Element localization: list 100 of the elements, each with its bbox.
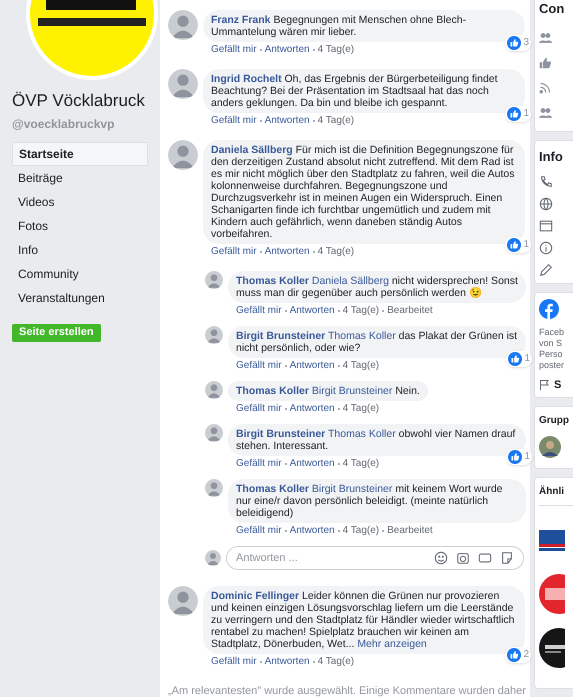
comment-text: Daniela Sällberg Für mich ist die Definition Begegnungszone für den derzeitigen Zustand absolut nicht zutreffend. Mit dem Rad ist es mir nicht möglich über den Stadtplatz zu fahren, weil die Autos kolonnenweise durchfahren. Begegnungszone und Durchzugsverkehr ist in meinen Augen ein Widerspruch. Einen Schanigarten finde ich furchtbar ungemütlich und zudem mit Kindern auch gefährlich, wenn daneben ständig Autos vorbeifahren. (211, 144, 514, 240)
avatar[interactable] (205, 479, 223, 497)
comment-text: Birgit Brunsteiner Thomas Koller das Plakat der Grünen ist nicht persönlich, oder wie? (236, 330, 518, 354)
avatar[interactable] (205, 424, 223, 442)
reply-link[interactable]: Antworten (290, 403, 335, 415)
dot-separator (312, 661, 315, 663)
avatar[interactable] (168, 69, 198, 99)
reply-link[interactable]: Antworten (264, 115, 310, 127)
group-avatar[interactable] (539, 436, 561, 458)
comment-text: Dominic Fellinger Leider können die Grünen nur provozieren und keinen einzigen Lösungsvorschlag liefern um die Leerstände zu verringern und den Stadtplatz für Händler wieder wirtschaftlich rentabel zu machen! Spielplatz brauchen wir keinen am Stadtplatz, Dönerbuden, Wet... Mehr anzeigen (211, 590, 514, 650)
dot-separator (260, 251, 262, 253)
like-link[interactable]: Gefällt mir (211, 246, 257, 258)
people-icon (539, 32, 552, 44)
reaction-count[interactable]: 1 (505, 106, 531, 122)
dot-separator (338, 408, 340, 410)
people-icon (539, 106, 552, 118)
dot-separator (284, 310, 287, 312)
mention-link[interactable]: Daniela Sällberg (312, 275, 389, 287)
author-link[interactable]: Thomas Koller (236, 385, 309, 397)
like-count: 1 (524, 451, 530, 463)
timestamp[interactable]: 4 Tag(e) (342, 525, 380, 537)
author-link[interactable]: Thomas Koller (236, 275, 309, 287)
author-link[interactable]: Franz Frank (211, 14, 271, 26)
avatar[interactable] (168, 10, 198, 40)
nav-item[interactable]: Beiträge (12, 166, 148, 190)
see-more-link[interactable]: Mehr anzeigen (357, 638, 427, 650)
mention-link[interactable]: Thomas Koller (328, 330, 396, 342)
like-link[interactable]: Gefällt mir (236, 403, 282, 415)
like-link[interactable]: Gefällt mir (236, 525, 282, 537)
dot-separator (338, 365, 340, 367)
thumbs-up-icon (507, 238, 522, 252)
reply-link[interactable]: Antworten (290, 360, 335, 372)
thumbs-up-icon (507, 107, 522, 121)
like-link[interactable]: Gefällt mir (211, 656, 257, 668)
window-icon (539, 218, 553, 232)
like-link[interactable]: Gefällt mir (236, 458, 282, 470)
dot-separator (312, 120, 315, 122)
author-link[interactable]: Birgit Brunsteiner (236, 428, 326, 440)
comment-text: Thomas Koller Birgit Brunsteiner mit keinem Wort wurde nur eine/r davon persönlich beleidigt. (meinte natürlich beleidigend) (236, 483, 502, 519)
nav-item[interactable]: Videos (12, 190, 148, 214)
dot-separator (312, 251, 315, 253)
facebook-logo-icon (539, 298, 559, 318)
avatar[interactable] (205, 326, 223, 344)
reply-link[interactable]: Antworten (264, 656, 310, 668)
reaction-count[interactable]: 1 (506, 351, 532, 367)
comment-composer[interactable]: Antworten ... (226, 546, 524, 570)
nav-item[interactable]: Info (12, 238, 148, 262)
phone-icon (539, 174, 553, 188)
avatar[interactable] (168, 586, 198, 616)
reaction-count[interactable]: 1 (505, 237, 531, 253)
reply-link[interactable]: Antworten (290, 525, 335, 537)
mention-link[interactable]: Birgit Brunsteiner (312, 385, 392, 397)
avatar[interactable] (168, 140, 198, 170)
reply-link[interactable]: Antworten (290, 305, 335, 317)
timestamp[interactable]: 4 Tag(e) (342, 305, 380, 317)
mention-link[interactable]: Thomas Koller (328, 428, 396, 440)
author-link[interactable]: Dominic Fellinger (211, 590, 300, 602)
dot-separator (284, 463, 287, 465)
rss-icon (539, 82, 551, 94)
like-link[interactable]: Gefällt mir (211, 115, 257, 127)
reply-link[interactable]: Antworten (264, 246, 310, 258)
dot-separator (260, 661, 262, 663)
nav-item[interactable]: Community (12, 262, 148, 286)
mention-link[interactable]: Birgit Brunsteiner (312, 483, 392, 495)
timestamp[interactable]: 4 Tag(e) (342, 360, 380, 372)
like-count: 1 (523, 239, 529, 251)
page-handle: @voecklabruckvp (12, 116, 116, 132)
reply-input-field[interactable]: Antworten ... (236, 550, 434, 566)
dot-separator (338, 530, 340, 532)
avatar[interactable] (205, 381, 223, 399)
author-link[interactable]: Thomas Koller (236, 483, 309, 495)
like-link[interactable]: Gefällt mir (236, 360, 282, 372)
nav-item[interactable]: Fotos (12, 214, 148, 238)
reply-link[interactable]: Antworten (264, 44, 310, 56)
author-link[interactable]: Birgit Brunsteiner (236, 330, 326, 342)
timestamp[interactable]: 4 Tag(e) (318, 246, 354, 258)
camera-icon (456, 551, 470, 565)
link[interactable]: S (554, 378, 562, 390)
description-line: poster (539, 360, 566, 370)
reaction-count[interactable]: 1 (506, 449, 532, 465)
like-count: 2 (523, 649, 529, 661)
avatar[interactable] (205, 271, 223, 289)
author-link[interactable]: Daniela Sällberg (211, 144, 293, 156)
like-link[interactable]: Gefällt mir (211, 44, 257, 56)
nav-item[interactable]: Veranstaltungen (12, 286, 148, 310)
timestamp[interactable]: 4 Tag(e) (318, 115, 354, 127)
avatar[interactable] (205, 550, 221, 566)
reply-link[interactable]: Antworten (290, 458, 335, 470)
timestamp[interactable]: 4 Tag(e) (342, 458, 380, 470)
comment-text: Thomas Koller Birgit Brunsteiner Nein. (236, 385, 420, 397)
like-link[interactable]: Gefällt mir (236, 305, 282, 317)
sorting-note: „Am relevantesten" wurde ausgewählt. Einige Kommentare wurden daher (168, 684, 527, 697)
timestamp[interactable]: 4 Tag(e) (342, 403, 380, 415)
timestamp[interactable]: 4 Tag(e) (318, 44, 354, 56)
card-title: Info (539, 148, 564, 166)
info-icon (539, 240, 553, 254)
like-count: 1 (524, 353, 530, 365)
timestamp[interactable]: 4 Tag(e) (318, 656, 354, 668)
author-link[interactable]: Ingrid Rochelt (211, 73, 282, 85)
nav-item[interactable]: Startseite (12, 142, 148, 166)
